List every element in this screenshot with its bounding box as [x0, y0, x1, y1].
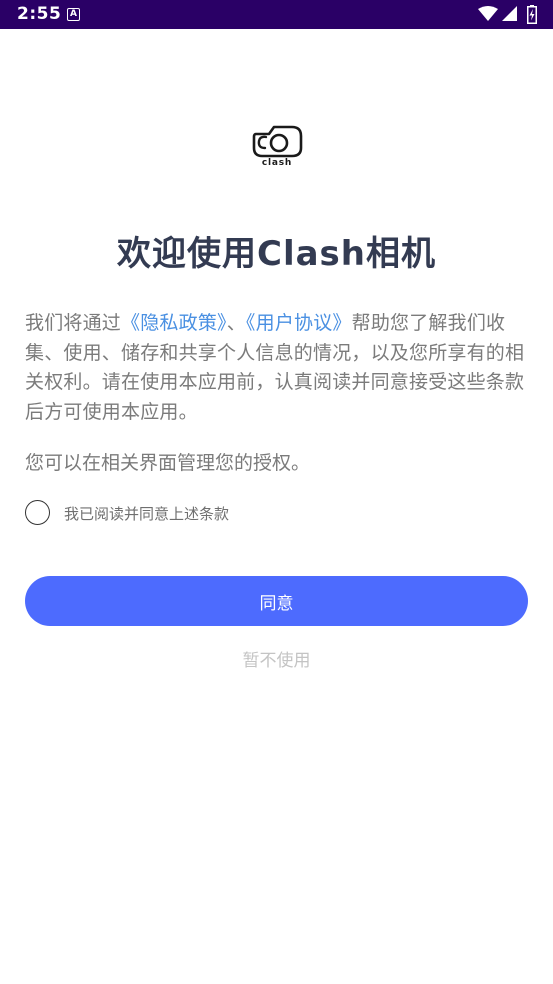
- agreement-text: 我们将通过《隐私政策》、《用户协议》帮助您了解我们收集、使用、储存和共享个人信息…: [25, 309, 528, 427]
- manage-authorization-note: 您可以在相关界面管理您的授权。: [25, 452, 311, 474]
- privacy-policy-link[interactable]: 《隐私政策》: [121, 312, 227, 334]
- camera-logo-icon: clash: [252, 125, 303, 167]
- agree-button[interactable]: 同意: [25, 576, 528, 626]
- signal-icon: [502, 6, 517, 21]
- agreement-separator: 、: [226, 312, 246, 334]
- agreement-intro: 我们将通过: [25, 312, 122, 334]
- page-title: 欢迎使用Clash相机: [117, 234, 436, 274]
- decline-button[interactable]: 暂不使用: [0, 646, 553, 671]
- logo-text: clash: [262, 158, 292, 167]
- battery-icon: [527, 5, 537, 24]
- consent-label: 我已阅读并同意上述条款: [64, 505, 230, 523]
- consent-row[interactable]: 我已阅读并同意上述条款: [25, 500, 325, 527]
- status-time: 2:55: [17, 4, 62, 24]
- consent-checkbox[interactable]: [25, 500, 50, 525]
- status-bar: 2:55 A: [0, 0, 553, 29]
- user-agreement-link[interactable]: 《用户协议》: [246, 312, 352, 334]
- notification-icon: A: [67, 8, 80, 21]
- wifi-icon: [478, 6, 498, 21]
